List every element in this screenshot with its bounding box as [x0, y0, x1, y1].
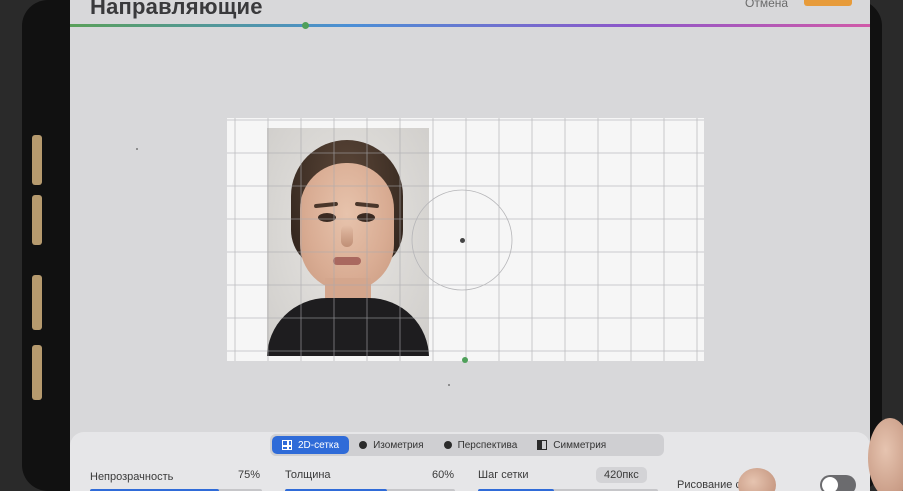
isometric-icon — [359, 441, 368, 449]
toggle-knob — [822, 477, 838, 491]
done-button[interactable] — [804, 0, 852, 6]
canvas-speck — [448, 384, 450, 386]
tab-symmetry[interactable]: Симметрия — [527, 436, 616, 454]
assisted-drawing-toggle[interactable] — [820, 475, 856, 491]
2d-grid-overlay — [227, 118, 704, 361]
symmetry-icon — [537, 440, 548, 450]
volume-button — [32, 135, 42, 185]
page-title: Направляющие — [90, 0, 263, 19]
tab-label: Перспектива — [457, 439, 518, 451]
grid-center-handle[interactable] — [460, 238, 465, 243]
guide-line-handle[interactable] — [302, 22, 309, 29]
thickness-label: Толщина — [285, 469, 331, 481]
grid-step-label: Шаг сетки — [478, 469, 529, 481]
tab-2d-grid[interactable]: 2D-сетка — [272, 436, 350, 454]
guide-type-tabs: 2D-сетка Изометрия Перспектива Симметрия — [270, 434, 664, 456]
cancel-button[interactable]: Отмена — [745, 0, 788, 10]
side-button — [32, 345, 42, 400]
grid-step-value[interactable]: 420пкс — [596, 467, 647, 483]
app-screen: Направляющие Отмена 2D-сетка Изометрия П… — [70, 0, 870, 491]
grid-icon — [282, 440, 292, 450]
tab-label: 2D-сетка — [298, 439, 340, 451]
color-guide-line — [70, 24, 870, 27]
tab-isometric[interactable]: Изометрия — [349, 436, 433, 454]
opacity-label: Непрозрачность — [90, 471, 174, 483]
tab-label: Изометрия — [373, 439, 424, 451]
tab-label: Симметрия — [553, 439, 607, 451]
tab-perspective[interactable]: Перспектива — [434, 436, 528, 454]
volume-button — [32, 195, 42, 245]
grid-resize-handle[interactable] — [462, 357, 468, 363]
tablet-device: Направляющие Отмена 2D-сетка Изометрия П… — [22, 0, 882, 491]
opacity-value: 75% — [238, 469, 261, 481]
drawing-canvas[interactable] — [227, 118, 704, 363]
canvas-speck — [136, 148, 138, 150]
thickness-value: 60% — [432, 469, 455, 481]
side-button — [32, 275, 42, 330]
perspective-icon — [443, 441, 452, 449]
header: Направляющие Отмена — [70, 0, 870, 34]
